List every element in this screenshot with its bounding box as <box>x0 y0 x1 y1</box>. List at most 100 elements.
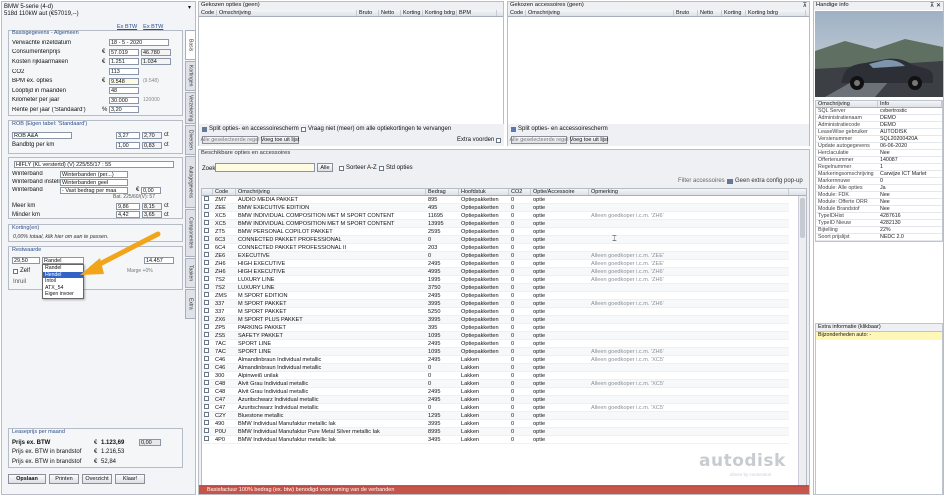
rob-value[interactable]: 1,00 <box>116 141 140 149</box>
column-header[interactable]: Code <box>508 10 526 16</box>
row-checkbox[interactable] <box>204 428 209 434</box>
row-checkbox[interactable] <box>204 388 209 394</box>
basis-value[interactable]: 3,20 <box>109 106 139 114</box>
option-row[interactable]: C46 Almandinbraun Individual metallic 0 Lak… <box>202 363 789 373</box>
option-row[interactable]: 300 Alpinweiß unilak 0 Lakken 0 optie <box>202 371 789 381</box>
pin-icon[interactable]: ⊼ <box>803 2 807 9</box>
column-header[interactable]: Code <box>213 189 236 195</box>
column-header[interactable]: Korting bdrg <box>423 10 457 16</box>
voeg-toe-button[interactable]: Voeg toe uit lijst <box>261 136 299 144</box>
basis-value[interactable]: 9.548 <box>109 77 139 85</box>
voeg-toe-acc-button[interactable]: Voeg toe uit lijst <box>570 136 608 144</box>
row-checkbox[interactable] <box>204 372 209 378</box>
option-row[interactable]: C47 Azuritschwarz Individual metallic 2495… <box>202 395 789 405</box>
basis-value[interactable]: 30.000 <box>109 96 139 104</box>
pin-icon-right[interactable]: ⊼ ✕ <box>930 2 941 9</box>
row-checkbox-cell[interactable] <box>202 355 213 365</box>
winter-select[interactable]: - Vast bedrag per maa <box>60 186 128 194</box>
vtab-extra[interactable]: Extra <box>185 289 196 319</box>
option-row[interactable]: 7S2 LUXURY LINE 1995 Optiepakketten 0 optie Al… <box>202 275 789 285</box>
column-header[interactable]: Omschrijving <box>236 189 426 195</box>
column-header[interactable]: Opmerking <box>589 189 789 195</box>
column-header[interactable]: Bruto <box>674 10 698 16</box>
option-row[interactable]: 337 M SPORT PAKKET 5250 Optiepakketten 0 opti… <box>202 307 789 317</box>
option-row[interactable]: 7S2 LUXURY LINE 3750 Optiepakketten 0 optie <box>202 283 789 293</box>
row-checkbox-cell[interactable] <box>202 267 213 277</box>
row-checkbox[interactable] <box>204 196 209 202</box>
row-checkbox[interactable] <box>204 204 209 210</box>
row-checkbox[interactable] <box>204 348 209 354</box>
column-header[interactable]: Bruto <box>357 10 379 16</box>
row-checkbox[interactable] <box>204 380 209 386</box>
row-checkbox[interactable] <box>204 212 209 218</box>
option-row[interactable]: 490 BMW Individual Manufaktur metallic la… <box>202 419 789 429</box>
row-checkbox-cell[interactable] <box>202 411 213 421</box>
row-checkbox[interactable] <box>204 436 209 442</box>
grid-scrollbar[interactable] <box>798 196 806 486</box>
alle-button[interactable]: Alle <box>317 163 333 172</box>
row-checkbox[interactable] <box>204 284 209 290</box>
vtab-componenten[interactable]: Componenten <box>185 209 196 257</box>
row-checkbox-cell[interactable] <box>202 283 213 293</box>
column-header[interactable]: Netto <box>379 10 401 16</box>
vtab-kortingen[interactable]: Kortingen <box>185 61 196 91</box>
column-header[interactable]: Korting bdrg <box>746 10 806 16</box>
option-row[interactable]: ZH6 HIGH EXECUTIVE 2495 Optiepakketten 0 opti… <box>202 259 789 269</box>
tyre-select[interactable]: HIFLY (KL verstertd) (V) 225/55/17 : 55 <box>14 161 174 168</box>
filter-acc[interactable]: Filter accessoires <box>678 178 732 184</box>
rob-value[interactable]: 3,27 <box>116 131 140 139</box>
row-checkbox[interactable] <box>204 292 209 298</box>
vtab-verzekering[interactable]: Verzekering <box>185 92 196 124</box>
row-checkbox-cell[interactable] <box>202 227 213 237</box>
row-checkbox-cell[interactable] <box>202 211 213 221</box>
vraag-check[interactable]: Vraag niet (meer) om alle optiekortingen… <box>301 126 451 132</box>
row-checkbox-cell[interactable] <box>202 235 213 245</box>
basis-value[interactable]: 113 <box>109 68 139 76</box>
row-checkbox-cell[interactable] <box>202 347 213 357</box>
option-row[interactable]: ZMS M SPORT EDITION 2495 Optiepakketten 0 opt… <box>202 291 789 301</box>
row-checkbox-cell[interactable] <box>202 203 213 213</box>
column-header[interactable]: BPM <box>457 10 497 16</box>
option-row[interactable]: C47 Azuritschwarz Individual metallic 0 Lak… <box>202 403 789 413</box>
basis-value[interactable]: 48 <box>109 87 139 95</box>
option-row[interactable]: ZH6 HIGH EXECUTIVE 4995 Optiepakketten 0 opti… <box>202 267 789 277</box>
option-row[interactable]: C48 Alvit Grau Individual metallic 0 Lakken… <box>202 379 789 389</box>
column-header[interactable]: Hoofdstuk <box>459 189 509 195</box>
row-checkbox[interactable] <box>204 340 209 346</box>
winter-select[interactable]: Winterbanden geel <box>60 178 128 186</box>
vtab-taaken[interactable]: Taaken <box>185 258 196 288</box>
km-value[interactable]: 9,86 <box>116 202 140 210</box>
row-checkbox-cell[interactable] <box>202 243 213 253</box>
column-header[interactable]: Bedrag <box>426 189 459 195</box>
extra-info-item[interactable]: Bijzonderheden auto: - <box>816 332 942 340</box>
row-checkbox-cell[interactable] <box>202 379 213 389</box>
row-checkbox-cell[interactable] <box>202 363 213 373</box>
row-checkbox[interactable] <box>204 252 209 258</box>
row-checkbox-cell[interactable] <box>202 291 213 301</box>
row-checkbox[interactable] <box>204 396 209 402</box>
option-row[interactable]: P0U BMW Individual Manufaktur Pure Metal … <box>202 427 789 437</box>
option-row[interactable]: 7AC SPORT LINE 2495 Optiepakketten 0 optie <box>202 339 789 349</box>
option-row[interactable]: 6C4 CONNECTED PAKKET PROFESSIONAL II 203 Op… <box>202 243 789 253</box>
panel-corner-icon[interactable]: ▾ <box>186 4 193 11</box>
row-checkbox[interactable] <box>204 300 209 306</box>
column-header[interactable]: Optie/Accessoire <box>531 189 589 195</box>
split-opts-check[interactable]: Split opties- en accessoirescherm <box>202 126 299 132</box>
option-row[interactable]: XC5 BMW INDIVIDUAL COMPOSITION MET M SPOR… <box>202 211 789 221</box>
row-checkbox-cell[interactable] <box>202 196 213 205</box>
option-row[interactable]: C48 Alvit Grau Individual metallic 2495 Lak… <box>202 387 789 397</box>
row-checkbox[interactable] <box>204 404 209 410</box>
extra-voorden[interactable]: Extra voorden <box>457 137 502 143</box>
row-checkbox-cell[interactable] <box>202 323 213 333</box>
option-row[interactable]: XC5 BMW INDIVIDUAL COMPOSITION MET M SPOR… <box>202 219 789 229</box>
vtab-diversen[interactable]: Diversen <box>185 125 196 155</box>
row-checkbox-cell[interactable] <box>202 403 213 413</box>
option-row[interactable]: ZM7 AUDIO MEDIA PAKKET 895 Optiepakketten 0 o… <box>202 196 789 205</box>
row-checkbox-cell[interactable] <box>202 387 213 397</box>
sorteer-check[interactable]: Sorteer A-Z <box>339 165 377 171</box>
row-checkbox-cell[interactable] <box>202 427 213 437</box>
km-value[interactable]: 4,42 <box>116 211 140 219</box>
option-row[interactable]: 7AC SPORT LINE 1095 Optiepakketten 0 optie All… <box>202 347 789 357</box>
vtab-autogegevens[interactable]: Autogegevens <box>185 156 196 208</box>
row-checkbox[interactable] <box>204 260 209 266</box>
